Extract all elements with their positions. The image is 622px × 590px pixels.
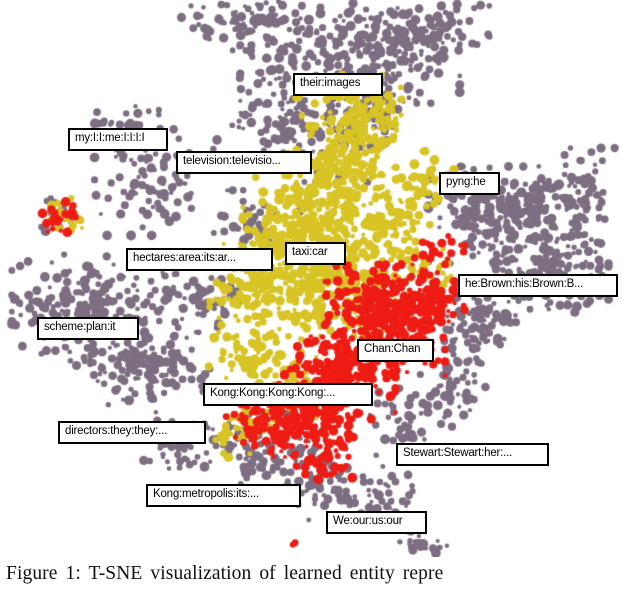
annotation-scheme-plan-it: scheme:plan:it [37,317,139,340]
figure-caption: Figure 1: T-SNE visualization of learned… [6,563,444,584]
annotation-taxi-car: taxi:car [285,242,346,265]
annotation-kong-metropolis-its: Kong:metropolis:its:... [146,484,301,507]
annotation-he-brown-his-brown: he:Brown:his:Brown:B... [458,274,618,297]
tsne-figure: their:images my:I:I:me:I:I:I:I television:… [0,0,622,557]
annotation-directors-they-they: directors:they:they:... [58,421,206,444]
annotation-their-images: their:images [293,73,383,96]
annotation-chan-chan: Chan:Chan [357,339,434,362]
annotation-stewart-stewart-her: Stewart:Stewart:her:... [396,443,549,466]
annotation-we-our-us-our: We:our:us:our [326,511,427,534]
annotation-television: television:televisio... [176,151,312,174]
annotation-pyng-he: pyng:he [439,172,500,195]
annotation-hectares-area: hectares:area:its:ar... [126,248,273,271]
annotation-my-i-i-me: my:I:I:me:I:I:I:I [68,128,168,151]
annotation-kong-kong-kong-kong: Kong:Kong:Kong:Kong:... [203,383,373,406]
figure-caption-area: Figure 1: T-SNE visualization of learned… [0,557,622,590]
